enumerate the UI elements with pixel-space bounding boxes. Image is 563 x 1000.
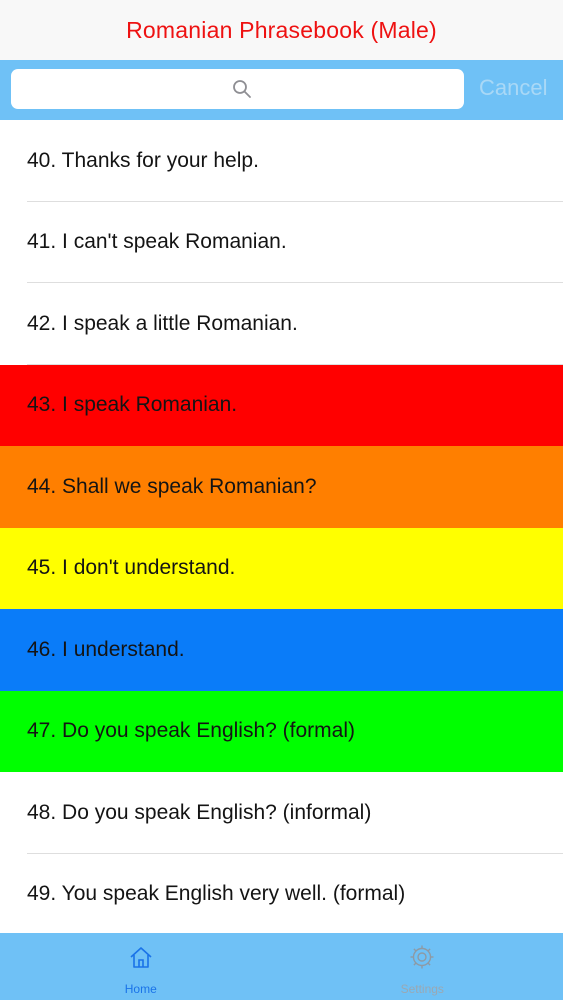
navigation-bar: Romanian Phrasebook (Male) — [0, 0, 563, 60]
tab-home[interactable]: Home — [0, 933, 282, 1000]
search-input[interactable] — [21, 69, 454, 109]
phrase-list: 40. Thanks for your help. 41. I can't sp… — [0, 120, 563, 933]
search-bar: Cancel — [0, 60, 563, 120]
list-item[interactable]: 49. You speak English very well. (formal… — [0, 853, 563, 933]
list-item[interactable]: 48. Do you speak English? (informal) — [0, 772, 563, 854]
cancel-button[interactable]: Cancel — [479, 75, 547, 101]
page-title: Romanian Phrasebook (Male) — [126, 16, 437, 43]
tab-settings[interactable]: Settings — [282, 933, 563, 1000]
phrase-text: 44. Shall we speak Romanian? — [27, 474, 317, 498]
list-item[interactable]: 42. I speak a little Romanian. — [0, 283, 563, 365]
list-item[interactable]: 40. Thanks for your help. — [0, 120, 563, 202]
list-item[interactable]: 41. I can't speak Romanian. — [0, 201, 563, 283]
home-icon — [130, 947, 152, 968]
phrase-text: 40. Thanks for your help. — [27, 148, 259, 172]
phrase-text: 46. I understand. — [27, 637, 185, 661]
phrasebook-app: Romanian Phrasebook (Male) Cancel 40. Th… — [0, 0, 563, 1000]
phrase-text: 43. I speak Romanian. — [27, 393, 238, 417]
tab-label: Settings — [400, 982, 444, 996]
phrase-text: 42. I speak a little Romanian. — [27, 311, 298, 335]
list-item[interactable]: 46. I understand. — [0, 609, 563, 691]
tab-bar: Home Settings — [0, 933, 563, 1000]
phrase-text: 41. I can't speak Romanian. — [27, 230, 287, 254]
phrase-text: 48. Do you speak English? (informal) — [27, 800, 372, 824]
phrase-text: 49. You speak English very well. (formal… — [27, 882, 406, 906]
list-item[interactable]: 43. I speak Romanian. — [0, 364, 563, 446]
phrase-text: 47. Do you speak English? (formal) — [27, 719, 355, 743]
search-field[interactable] — [11, 69, 464, 109]
gear-icon — [410, 945, 434, 969]
tab-label: Home — [124, 982, 157, 996]
list-item[interactable]: 45. I don't understand. — [0, 527, 563, 609]
list-item[interactable]: 44. Shall we speak Romanian? — [0, 446, 563, 528]
phrase-text: 45. I don't understand. — [27, 556, 236, 580]
list-item[interactable]: 47. Do you speak English? (formal) — [0, 690, 563, 772]
